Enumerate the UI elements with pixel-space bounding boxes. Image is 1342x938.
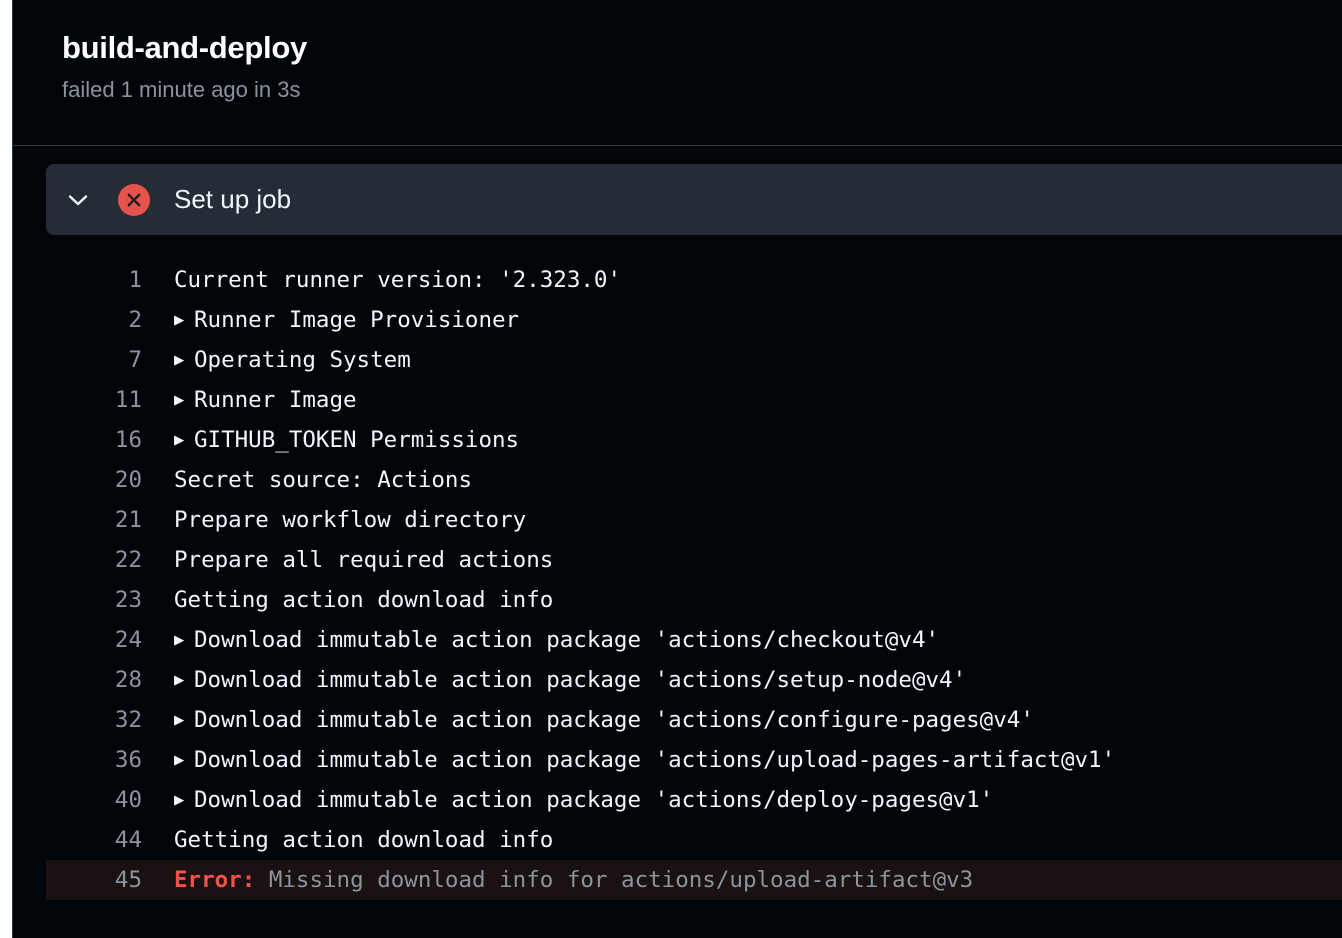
log-line: 21 Prepare workflow directory: [46, 500, 1342, 540]
log-line-content: ▶ GITHUB_TOKEN Permissions: [174, 420, 519, 460]
log-line-content: Prepare all required actions: [174, 540, 553, 580]
triangle-right-icon[interactable]: ▶: [174, 340, 194, 380]
log-line-content: ▶ Download immutable action package 'acti…: [174, 700, 1034, 740]
log-line-text: Download immutable action package 'actio…: [194, 747, 1116, 773]
triangle-right-icon[interactable]: ▶: [174, 740, 194, 780]
left-panel-edge: [0, 0, 12, 938]
log-line-content: ▶ Runner Image Provisioner: [174, 300, 519, 340]
log-line-text: Download immutable action package 'actio…: [194, 667, 967, 693]
line-number[interactable]: 21: [46, 500, 142, 540]
triangle-right-icon[interactable]: ▶: [174, 380, 194, 420]
log-line-error: 45 Error: Missing download info for actio…: [46, 860, 1342, 900]
triangle-right-icon[interactable]: ▶: [174, 620, 194, 660]
log-line-text: Current runner version: '2.323.0': [174, 267, 622, 293]
log-line-content: Getting action download info: [174, 580, 553, 620]
log-line-text: Operating System: [194, 347, 411, 373]
log-line-text: Runner Image: [194, 387, 357, 413]
log-line-text: Download immutable action package 'actio…: [194, 707, 1034, 733]
log-line-content: Secret source: Actions: [174, 460, 472, 500]
line-number[interactable]: 23: [46, 580, 142, 620]
log-line-text: Prepare all required actions: [174, 547, 554, 573]
log-line[interactable]: 7 ▶ Operating System: [46, 340, 1342, 380]
log-line[interactable]: 36 ▶ Download immutable action package 'ac…: [46, 740, 1342, 780]
line-number[interactable]: 36: [46, 740, 142, 780]
job-header: build-and-deploy failed 1 minute ago in …: [62, 28, 307, 106]
log-line[interactable]: 16 ▶ GITHUB_TOKEN Permissions: [46, 420, 1342, 460]
log-line-text: Runner Image Provisioner: [194, 307, 520, 333]
log-line-content: ▶ Download immutable action package 'acti…: [174, 780, 993, 820]
line-number[interactable]: 28: [46, 660, 142, 700]
log-line: 22 Prepare all required actions: [46, 540, 1342, 580]
triangle-right-icon[interactable]: ▶: [174, 420, 194, 460]
line-number[interactable]: 7: [46, 340, 142, 380]
log-line[interactable]: 24 ▶ Download immutable action package 'ac…: [46, 620, 1342, 660]
line-number[interactable]: 1: [46, 260, 142, 300]
log-line[interactable]: 2 ▶ Runner Image Provisioner: [46, 300, 1342, 340]
log-line-content: Error: Missing download info for actions…: [174, 860, 973, 900]
triangle-right-icon[interactable]: ▶: [174, 780, 194, 820]
triangle-right-icon[interactable]: ▶: [174, 300, 194, 340]
log-line-content: ▶ Download immutable action package 'acti…: [174, 620, 939, 660]
header-divider: [13, 145, 1342, 146]
log-line-text: GITHUB_TOKEN Permissions: [194, 427, 520, 453]
log-line-content: ▶ Operating System: [174, 340, 411, 380]
line-number[interactable]: 20: [46, 460, 142, 500]
error-message: Missing download info for actions/upload…: [255, 867, 974, 893]
log-line-content: ▶ Download immutable action package 'acti…: [174, 740, 1115, 780]
log-line-content: ▶ Runner Image: [174, 380, 357, 420]
log-line-content: ▶ Download immutable action package 'acti…: [174, 660, 966, 700]
line-number[interactable]: 2: [46, 300, 142, 340]
line-number[interactable]: 44: [46, 820, 142, 860]
triangle-right-icon[interactable]: ▶: [174, 700, 194, 740]
log-line[interactable]: 11 ▶ Runner Image: [46, 380, 1342, 420]
log-line: 1 Current runner version: '2.323.0': [46, 260, 1342, 300]
log-line-text: Getting action download info: [174, 827, 554, 853]
log-line-content: Prepare workflow directory: [174, 500, 526, 540]
line-number[interactable]: 24: [46, 620, 142, 660]
line-number[interactable]: 40: [46, 780, 142, 820]
log-line[interactable]: 32 ▶ Download immutable action package 'ac…: [46, 700, 1342, 740]
log-line-content: Current runner version: '2.323.0': [174, 260, 621, 300]
job-title: build-and-deploy: [62, 30, 307, 65]
log-line: 44 Getting action download info: [46, 820, 1342, 860]
log-line-text: Getting action download info: [174, 587, 554, 613]
error-label: Error:: [174, 867, 256, 893]
log-line-text: Download immutable action package 'actio…: [194, 787, 994, 813]
log-line[interactable]: 28 ▶ Download immutable action package 'ac…: [46, 660, 1342, 700]
log-output: 1 Current runner version: '2.323.0' 2 ▶ Runn…: [46, 260, 1342, 900]
log-line-text: Secret source: Actions: [174, 467, 473, 493]
log-line-text: Prepare workflow directory: [174, 507, 527, 533]
line-number[interactable]: 22: [46, 540, 142, 580]
left-panel-border: [12, 0, 13, 938]
log-line: 23 Getting action download info: [46, 580, 1342, 620]
line-number[interactable]: 16: [46, 420, 142, 460]
log-line: 20 Secret source: Actions: [46, 460, 1342, 500]
line-number[interactable]: 45: [46, 860, 142, 900]
step-header-set-up-job[interactable]: Set up job: [46, 164, 1342, 235]
chevron-down-icon[interactable]: [66, 188, 90, 212]
job-status-text: failed 1 minute ago in 3s: [62, 77, 301, 102]
line-number[interactable]: 32: [46, 700, 142, 740]
log-line[interactable]: 40 ▶ Download immutable action package 'ac…: [46, 780, 1342, 820]
triangle-right-icon[interactable]: ▶: [174, 660, 194, 700]
log-line-content: Getting action download info: [174, 820, 553, 860]
step-title: Set up job: [174, 184, 292, 214]
log-line-text: Download immutable action package 'actio…: [194, 627, 940, 653]
line-number[interactable]: 11: [46, 380, 142, 420]
x-circle-fill-icon: [118, 184, 150, 216]
